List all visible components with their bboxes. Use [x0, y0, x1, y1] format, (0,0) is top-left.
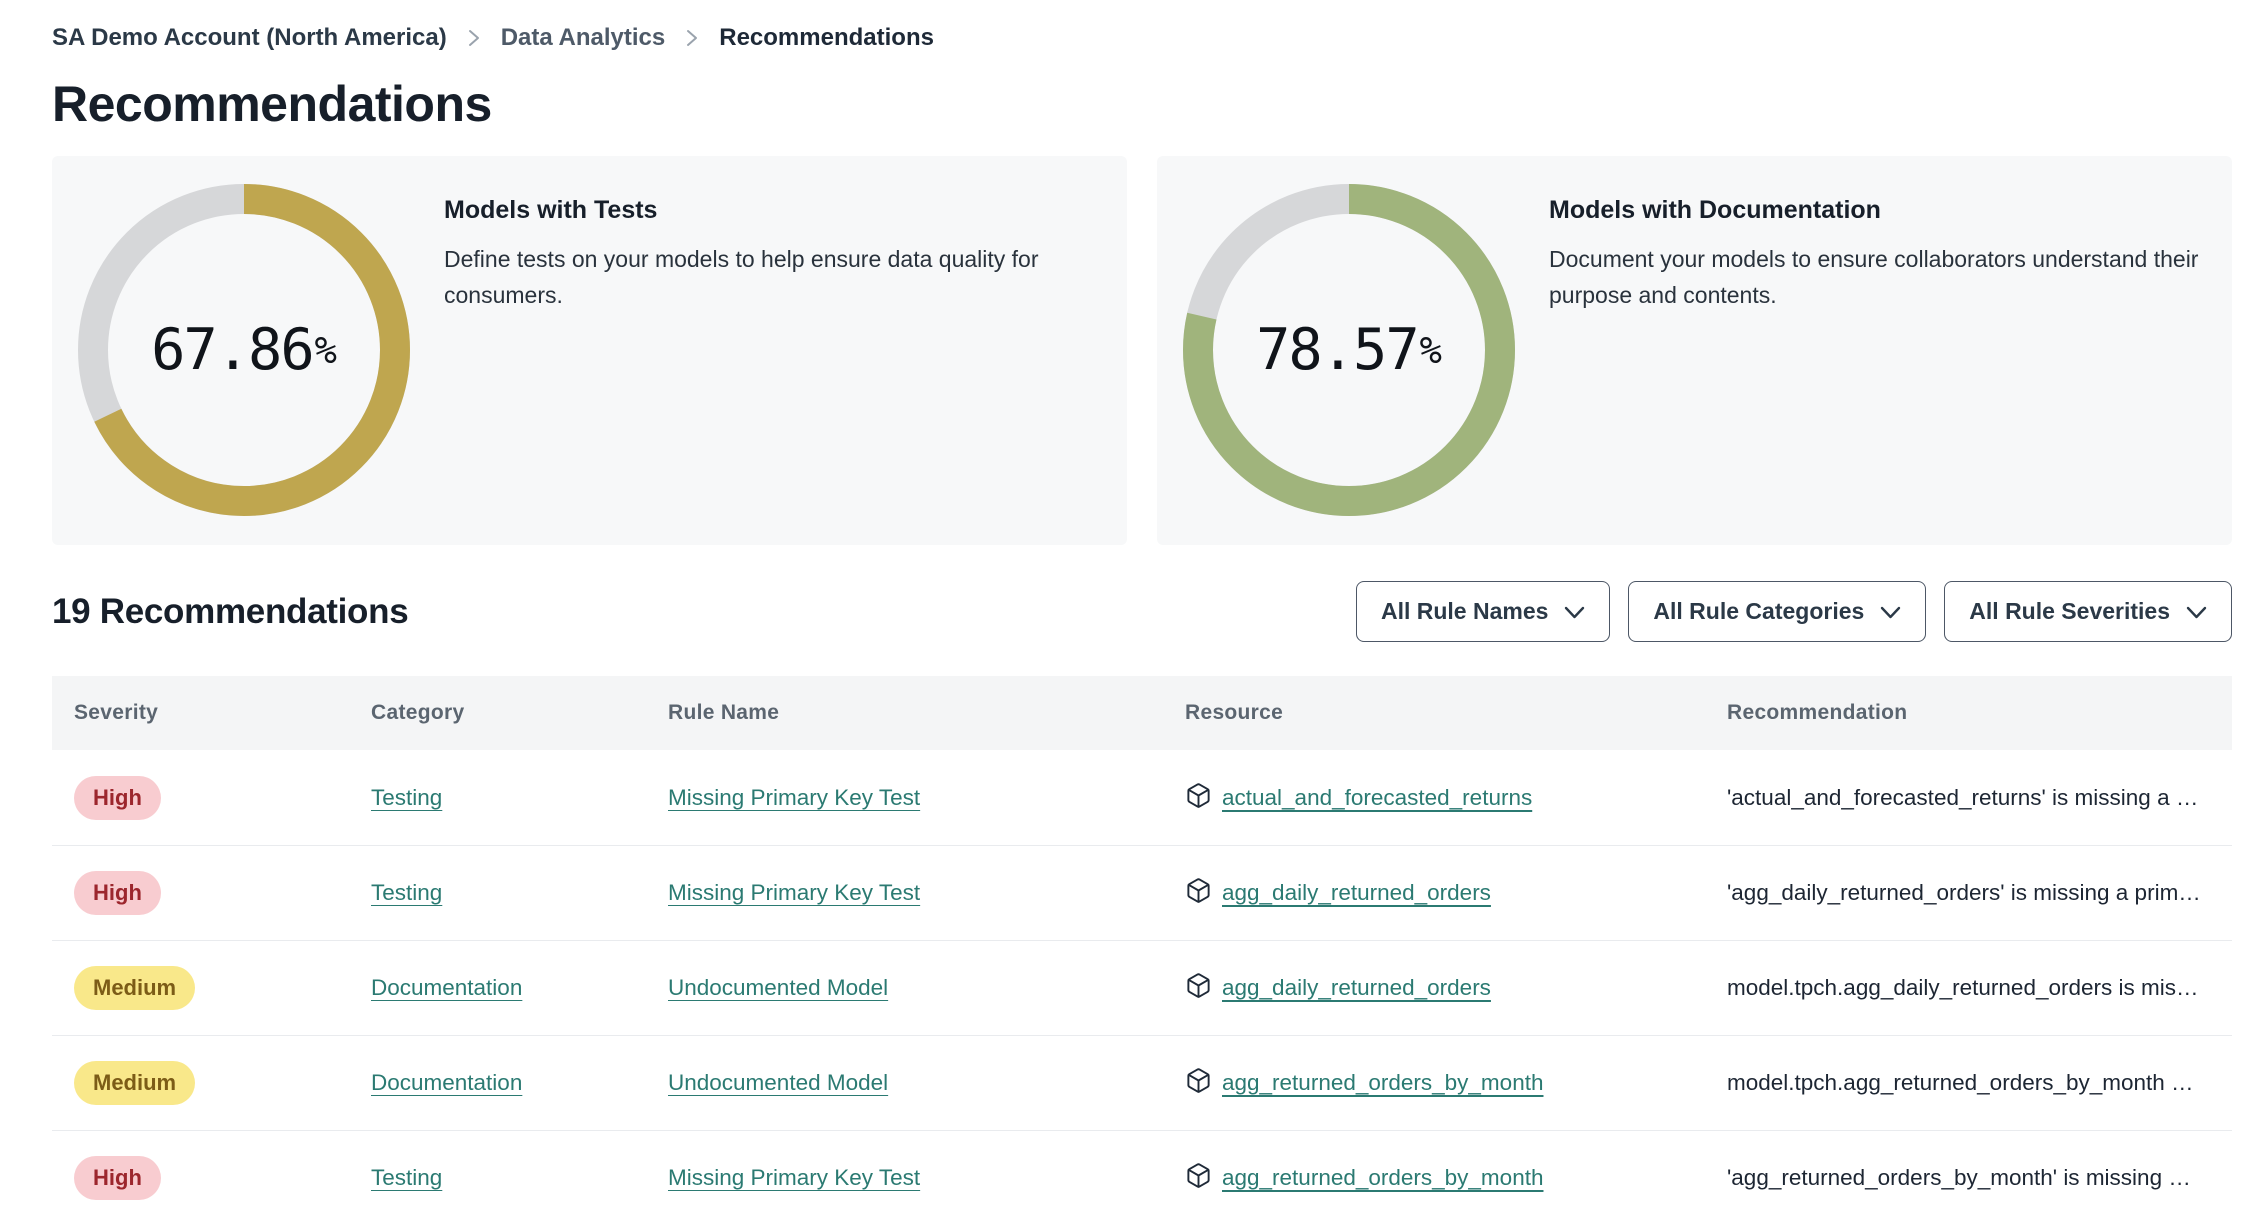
table-header-row: Severity Category Rule Name Resource Rec… [52, 676, 2232, 750]
severity-badge: High [74, 775, 161, 820]
column-header-rule-name: Rule Name [668, 701, 780, 724]
table-row: High Testing Missing Primary Key Test ag… [52, 1130, 2232, 1220]
recommendation-text: 'actual_and_forecasted_returns' is missi… [1727, 784, 2199, 810]
recommendations-table: Severity Category Rule Name Resource Rec… [52, 676, 2232, 1220]
recommendation-text: 'agg_returned_orders_by_month' is missin… [1727, 1165, 2191, 1190]
filter-label: All Rule Severities [1969, 598, 2170, 624]
severity-badge: High [74, 871, 161, 915]
list-header: 19 Recommendations All Rule Names All Ru… [52, 581, 2232, 642]
percent-value: 67.86 [151, 317, 315, 383]
documentation-donut-chart: 78.57% [1183, 184, 1515, 516]
card-description: Define tests on your models to help ensu… [444, 246, 1039, 309]
filter-label: All Rule Categories [1653, 598, 1865, 624]
rule-severities-filter-dropdown[interactable]: All Rule Severities [1944, 581, 2232, 642]
rule-name-link[interactable]: Missing Primary Key Test [668, 785, 920, 810]
filter-bar: All Rule Names All Rule Categories All R… [1355, 581, 2232, 642]
metric-cards: 67.86% Models with Tests Define tests on… [52, 156, 2232, 545]
chevron-right-icon [685, 26, 699, 50]
rule-name-link[interactable]: Missing Primary Key Test [668, 1165, 920, 1190]
category-link[interactable]: Testing [371, 880, 442, 905]
model-cube-icon [1185, 782, 1212, 814]
rule-names-filter-dropdown[interactable]: All Rule Names [1355, 581, 1611, 642]
table-row: Medium Documentation Undocumented Model … [52, 1035, 2232, 1130]
category-link[interactable]: Documentation [371, 975, 522, 1000]
rule-categories-filter-dropdown[interactable]: All Rule Categories [1628, 581, 1927, 642]
chevron-down-icon [1564, 598, 1585, 625]
resource-link[interactable]: agg_daily_returned_orders [1222, 975, 1491, 1001]
documentation-percent-label: 78.57% [1183, 184, 1515, 516]
rule-name-link[interactable]: Missing Primary Key Test [668, 880, 920, 905]
breadcrumb-project-link[interactable]: Data Analytics [501, 24, 666, 52]
model-cube-icon [1185, 1162, 1212, 1194]
card-models-with-tests: 67.86% Models with Tests Define tests on… [52, 156, 1127, 545]
severity-badge: High [74, 1156, 161, 1200]
breadcrumb: SA Demo Account (North America) Data Ana… [52, 24, 2232, 52]
recommendation-text: 'agg_daily_returned_orders' is missing a… [1727, 880, 2201, 905]
percent-sign: % [1419, 328, 1442, 372]
recommendations-page: SA Demo Account (North America) Data Ana… [0, 24, 2248, 1220]
chevron-down-icon [1880, 598, 1901, 625]
chevron-right-icon [467, 26, 481, 50]
model-cube-icon [1185, 972, 1212, 1004]
recommendation-text: model.tpch.agg_daily_returned_orders is … [1727, 975, 2199, 1000]
chevron-down-icon [2186, 598, 2207, 625]
category-link[interactable]: Testing [371, 785, 442, 810]
rule-name-link[interactable]: Undocumented Model [668, 975, 888, 1000]
severity-badge: Medium [74, 966, 196, 1010]
table-row: High Testing Missing Primary Key Test ag… [52, 845, 2232, 940]
recommendation-text: model.tpch.agg_returned_orders_by_month … [1727, 1070, 2194, 1095]
card-title: Models with Tests [444, 196, 658, 224]
resource-link[interactable]: actual_and_forecasted_returns [1222, 785, 1532, 811]
category-link[interactable]: Testing [371, 1165, 442, 1190]
card-text: Models with Tests Define tests on your m… [444, 196, 1127, 545]
rule-name-link[interactable]: Undocumented Model [668, 1070, 888, 1095]
column-header-severity: Severity [74, 701, 159, 724]
card-models-with-documentation: 78.57% Models with Documentation Documen… [1157, 156, 2232, 545]
category-link[interactable]: Documentation [371, 1070, 522, 1095]
table-row: High Testing Missing Primary Key Test ac… [52, 750, 2232, 845]
breadcrumb-current: Recommendations [719, 24, 934, 51]
severity-badge: Medium [74, 1061, 196, 1105]
column-header-recommendation: Recommendation [1727, 701, 1908, 724]
card-text: Models with Documentation Document your … [1549, 196, 2232, 545]
column-header-resource: Resource [1185, 701, 1284, 724]
column-header-category: Category [371, 701, 465, 724]
card-title: Models with Documentation [1549, 196, 1881, 224]
resource-link[interactable]: agg_daily_returned_orders [1222, 880, 1491, 906]
card-description: Document your models to ensure collabora… [1549, 246, 2199, 309]
percent-value: 78.57 [1256, 317, 1420, 383]
resource-link[interactable]: agg_returned_orders_by_month [1222, 1165, 1543, 1191]
table-row: Medium Documentation Undocumented Model … [52, 940, 2232, 1035]
model-cube-icon [1185, 1067, 1212, 1099]
resource-link[interactable]: agg_returned_orders_by_month [1222, 1070, 1543, 1096]
filter-label: All Rule Names [1380, 598, 1549, 624]
page-title: Recommendations [52, 76, 492, 132]
recommendations-count: 19 Recommendations [52, 591, 409, 631]
percent-sign: % [314, 328, 337, 372]
breadcrumb-account-link[interactable]: SA Demo Account (North America) [52, 24, 447, 52]
tests-donut-chart: 67.86% [78, 184, 410, 516]
tests-percent-label: 67.86% [78, 184, 410, 516]
model-cube-icon [1185, 877, 1212, 909]
